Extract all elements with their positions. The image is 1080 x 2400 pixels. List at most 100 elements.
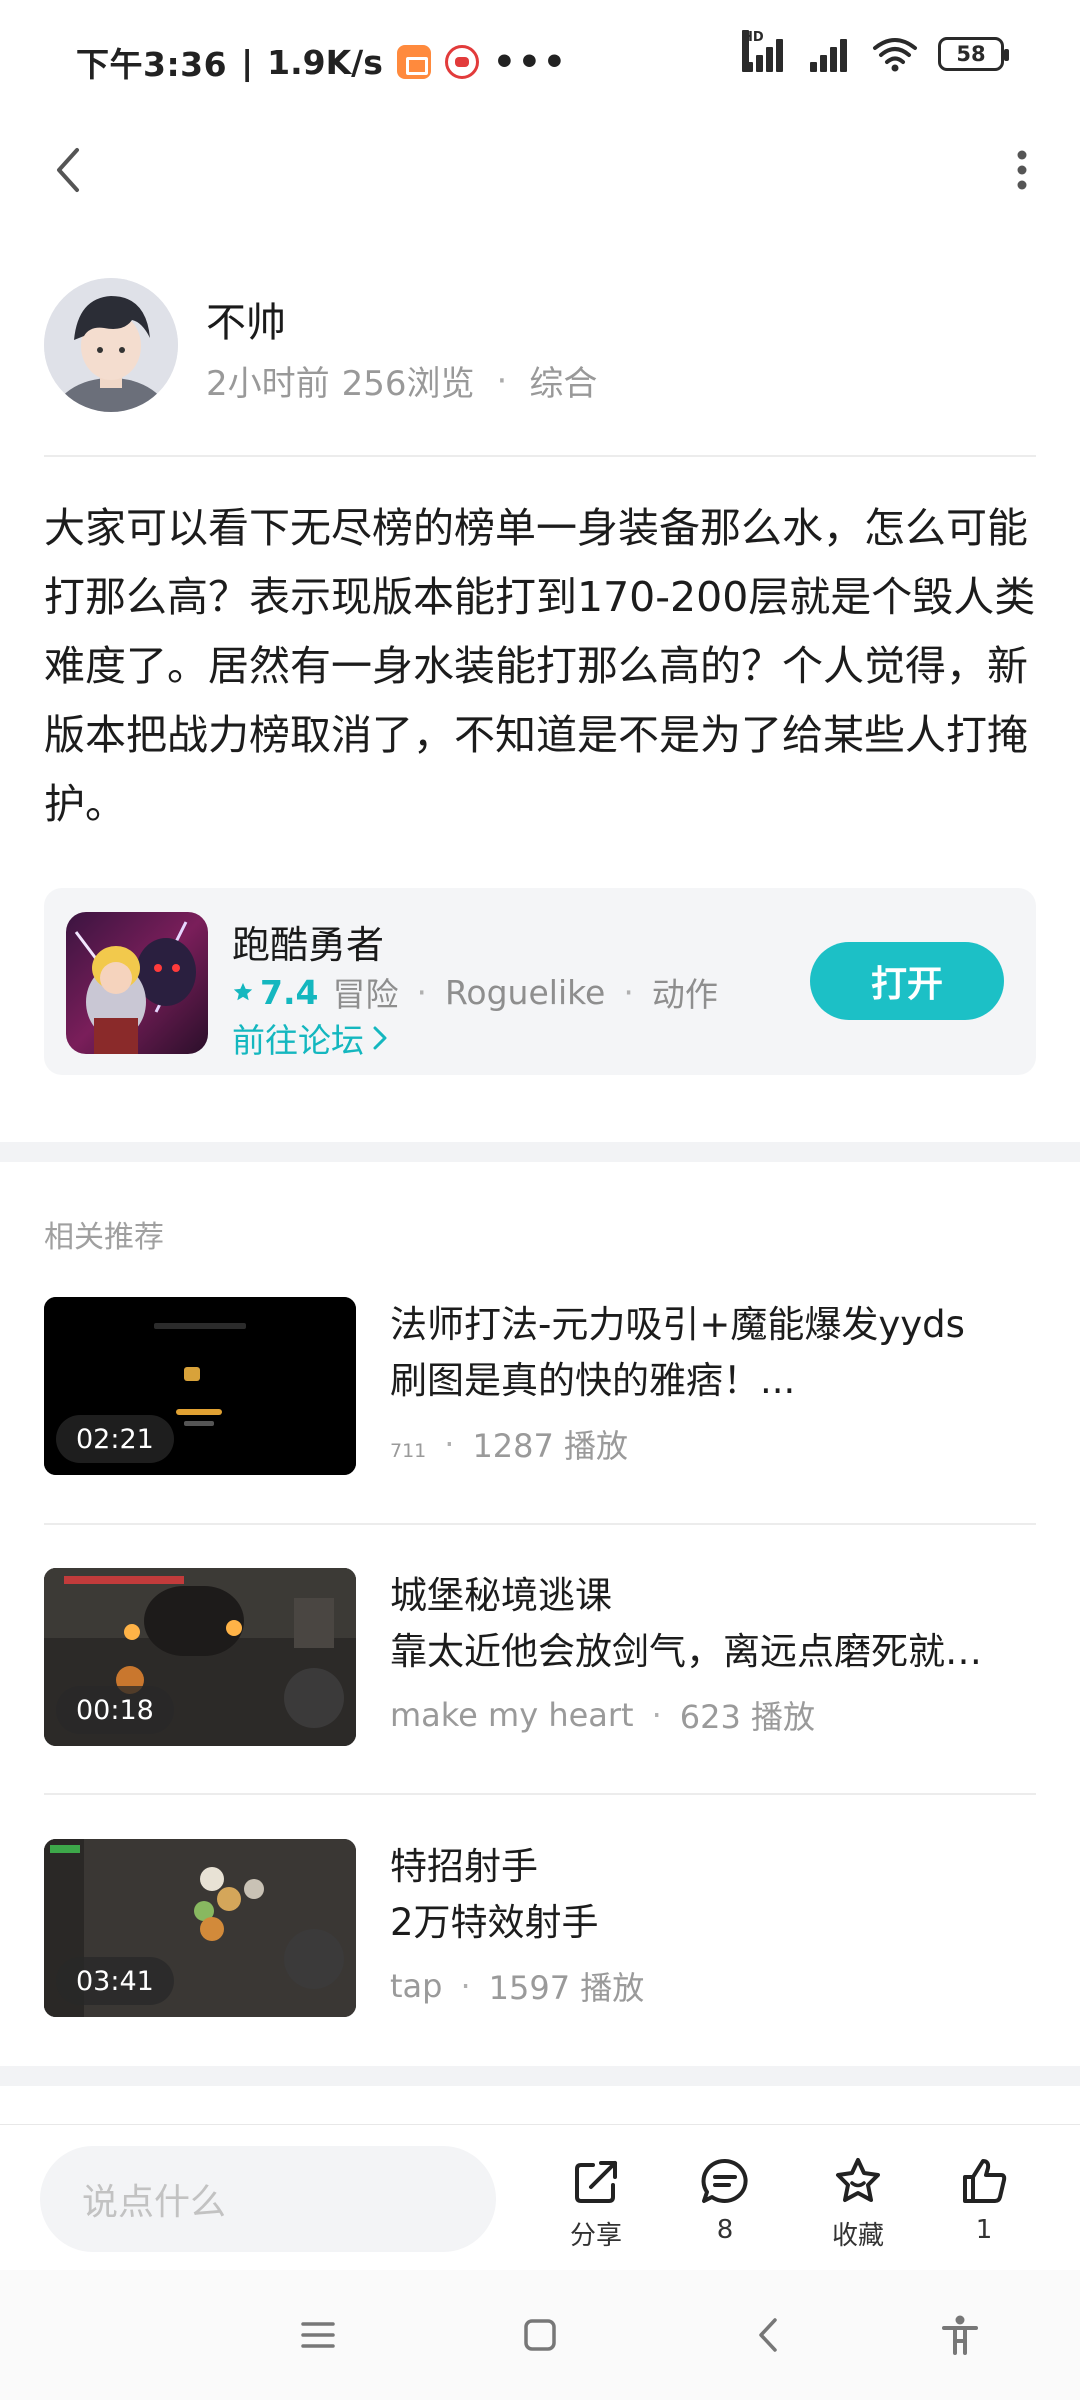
section-divider [0, 2066, 1080, 2086]
star-icon [233, 982, 253, 1001]
meta-dot: · [416, 972, 427, 1012]
related-item-subtitle: 2万特效射手 [390, 1901, 599, 1944]
related-item-subtitle: 靠太近他会放剑气，离远点磨死就… [390, 1630, 982, 1673]
like-count: 1 [975, 2215, 993, 2245]
divider [44, 455, 1036, 457]
share-label: 分享 [569, 2221, 622, 2251]
back-button[interactable] [40, 142, 96, 198]
game-icon-image [66, 912, 208, 1054]
related-item-text: 法师打法-元力吸引+魔能爆发yyds 刷图是真的快的雅痞！... 711 · 1… [390, 1297, 1036, 1467]
meta-dot: · [496, 360, 508, 401]
back-nav-icon [759, 2318, 777, 2352]
game-rating: 7.4 [232, 973, 318, 1012]
post-category[interactable]: 综合 [529, 356, 597, 405]
accessibility-icon [942, 2315, 978, 2355]
related-section-title: 相关推荐 [44, 1220, 164, 1255]
status-net-speed: 1.9K/s [267, 42, 383, 82]
related-item[interactable]: 03:41 特招射手 2万特效射手 tap · 1597 播放 [44, 1839, 1036, 2017]
status-bar: 下午3:36 | 1.9K/s ••• HD 58 [0, 0, 1080, 118]
post-body: 大家可以看下无尽榜的榜单一身装备那么水，怎么可能打那么高？表示现版本能打到170… [44, 504, 1036, 828]
related-item-title: 法师打法-元力吸引+魔能爆发yyds [390, 1303, 965, 1346]
meta-dot: · [460, 1967, 471, 2005]
game-tag: 动作 [651, 975, 718, 1014]
notification-app-icon-2 [444, 45, 479, 79]
author-name[interactable]: 不帅 [206, 290, 286, 348]
forum-link-label: 前往论坛 [232, 1021, 364, 1060]
home-button[interactable] [515, 2310, 565, 2360]
game-rating-value: 7.4 [260, 972, 319, 1012]
battery-icon: 58 [938, 37, 1009, 71]
favorite-label: 收藏 [831, 2221, 884, 2251]
favorite-button[interactable]: 收藏 [808, 2155, 908, 2252]
related-item-meta: tap · 1597 播放 [390, 1963, 1036, 2009]
related-item-meta: 711 · 1287 播放 [390, 1421, 1036, 1467]
game-name[interactable]: 跑酷勇者 [232, 914, 384, 969]
video-duration: 02:21 [56, 1415, 174, 1463]
related-item-author: tap [390, 1967, 443, 2005]
game-tag: 冒险 [332, 975, 399, 1014]
avatar[interactable] [44, 278, 178, 412]
top-nav [0, 118, 1080, 218]
open-game-button[interactable]: 打开 [810, 942, 1004, 1020]
related-item-text: 城堡秘境逃课 靠太近他会放剑气，离远点磨死就… make my heart · … [390, 1568, 1036, 1738]
signal-icon [808, 36, 852, 72]
home-icon [524, 2319, 556, 2351]
related-item-title: 城堡秘境逃课 [390, 1574, 612, 1617]
divider [44, 1793, 1036, 1795]
game-card[interactable]: 跑酷勇者 7.4 冒险 · Roguelike · 动作 前往论坛 打开 [44, 888, 1036, 1075]
related-item-subtitle: 刷图是真的快的雅痞！... [390, 1359, 796, 1402]
bottom-action-bar: 说点什么 分享 8 收藏 1 [0, 2124, 1080, 2270]
forum-link[interactable]: 前往论坛 [232, 1014, 388, 1062]
wifi-icon [873, 38, 917, 72]
author-header: 不帅 2小时前 256浏览 · 综合 [44, 278, 1036, 456]
video-thumbnail[interactable]: 02:21 [44, 1297, 356, 1475]
comment-icon [701, 2158, 748, 2203]
meta-dot: · [651, 1696, 662, 1734]
post-time: 2小时前 [206, 364, 330, 404]
share-icon [575, 2161, 617, 2203]
video-thumbnail[interactable]: 03:41 [44, 1839, 356, 2017]
more-vertical-icon [1017, 150, 1027, 190]
divider [44, 1523, 1036, 1525]
related-item-author: make my heart [390, 1696, 634, 1734]
share-button[interactable]: 分享 [546, 2155, 646, 2252]
video-duration: 03:41 [56, 1957, 174, 2005]
like-button[interactable]: 1 [934, 2155, 1034, 2245]
like-icon [963, 2159, 1007, 2203]
notification-app-icon [396, 45, 431, 79]
view-count: 256浏览 [341, 364, 475, 404]
related-item-plays: 1597 播放 [488, 1969, 645, 2007]
system-back-button[interactable] [743, 2310, 793, 2360]
video-thumbnail[interactable]: 00:18 [44, 1568, 356, 1746]
meta-dot: · [623, 972, 634, 1012]
related-item[interactable]: 00:18 城堡秘境逃课 靠太近他会放剑气，离远点磨死就… make my he… [44, 1568, 1036, 1746]
related-item-author: 711 [390, 1440, 427, 1462]
status-separator: | [241, 42, 254, 82]
related-item[interactable]: 02:21 法师打法-元力吸引+魔能爆发yyds 刷图是真的快的雅痞！... 7… [44, 1297, 1036, 1475]
signal-hd-icon: HD [742, 30, 788, 72]
comment-input[interactable]: 说点什么 [40, 2146, 496, 2252]
status-right: HD 58 [742, 30, 1009, 72]
accessibility-button[interactable] [935, 2310, 985, 2360]
related-item-text: 特招射手 2万特效射手 tap · 1597 播放 [390, 1839, 1036, 2009]
related-item-meta: make my heart · 623 播放 [390, 1692, 1036, 1738]
status-time: 下午3:36 [76, 45, 228, 84]
back-icon [57, 148, 79, 192]
status-left: 下午3:36 | 1.9K/s ••• [76, 38, 568, 86]
section-divider [0, 1142, 1080, 1162]
battery-level: 58 [956, 42, 986, 66]
favorite-icon [836, 2158, 880, 2202]
comment-count: 8 [716, 2215, 734, 2245]
meta-dot: · [444, 1425, 455, 1463]
recent-apps-button[interactable] [293, 2310, 343, 2360]
more-options-button[interactable] [994, 142, 1050, 198]
related-item-plays: 623 播放 [679, 1698, 816, 1736]
avatar-image [44, 278, 178, 412]
game-tag: Roguelike [444, 972, 606, 1012]
video-duration: 00:18 [56, 1686, 174, 1734]
game-icon [66, 912, 208, 1054]
comment-button[interactable]: 8 [675, 2155, 775, 2245]
system-nav-bar [0, 2270, 1080, 2400]
related-item-title: 特招射手 [390, 1845, 538, 1888]
game-meta: 7.4 冒险 · Roguelike · 动作 [232, 968, 718, 1016]
